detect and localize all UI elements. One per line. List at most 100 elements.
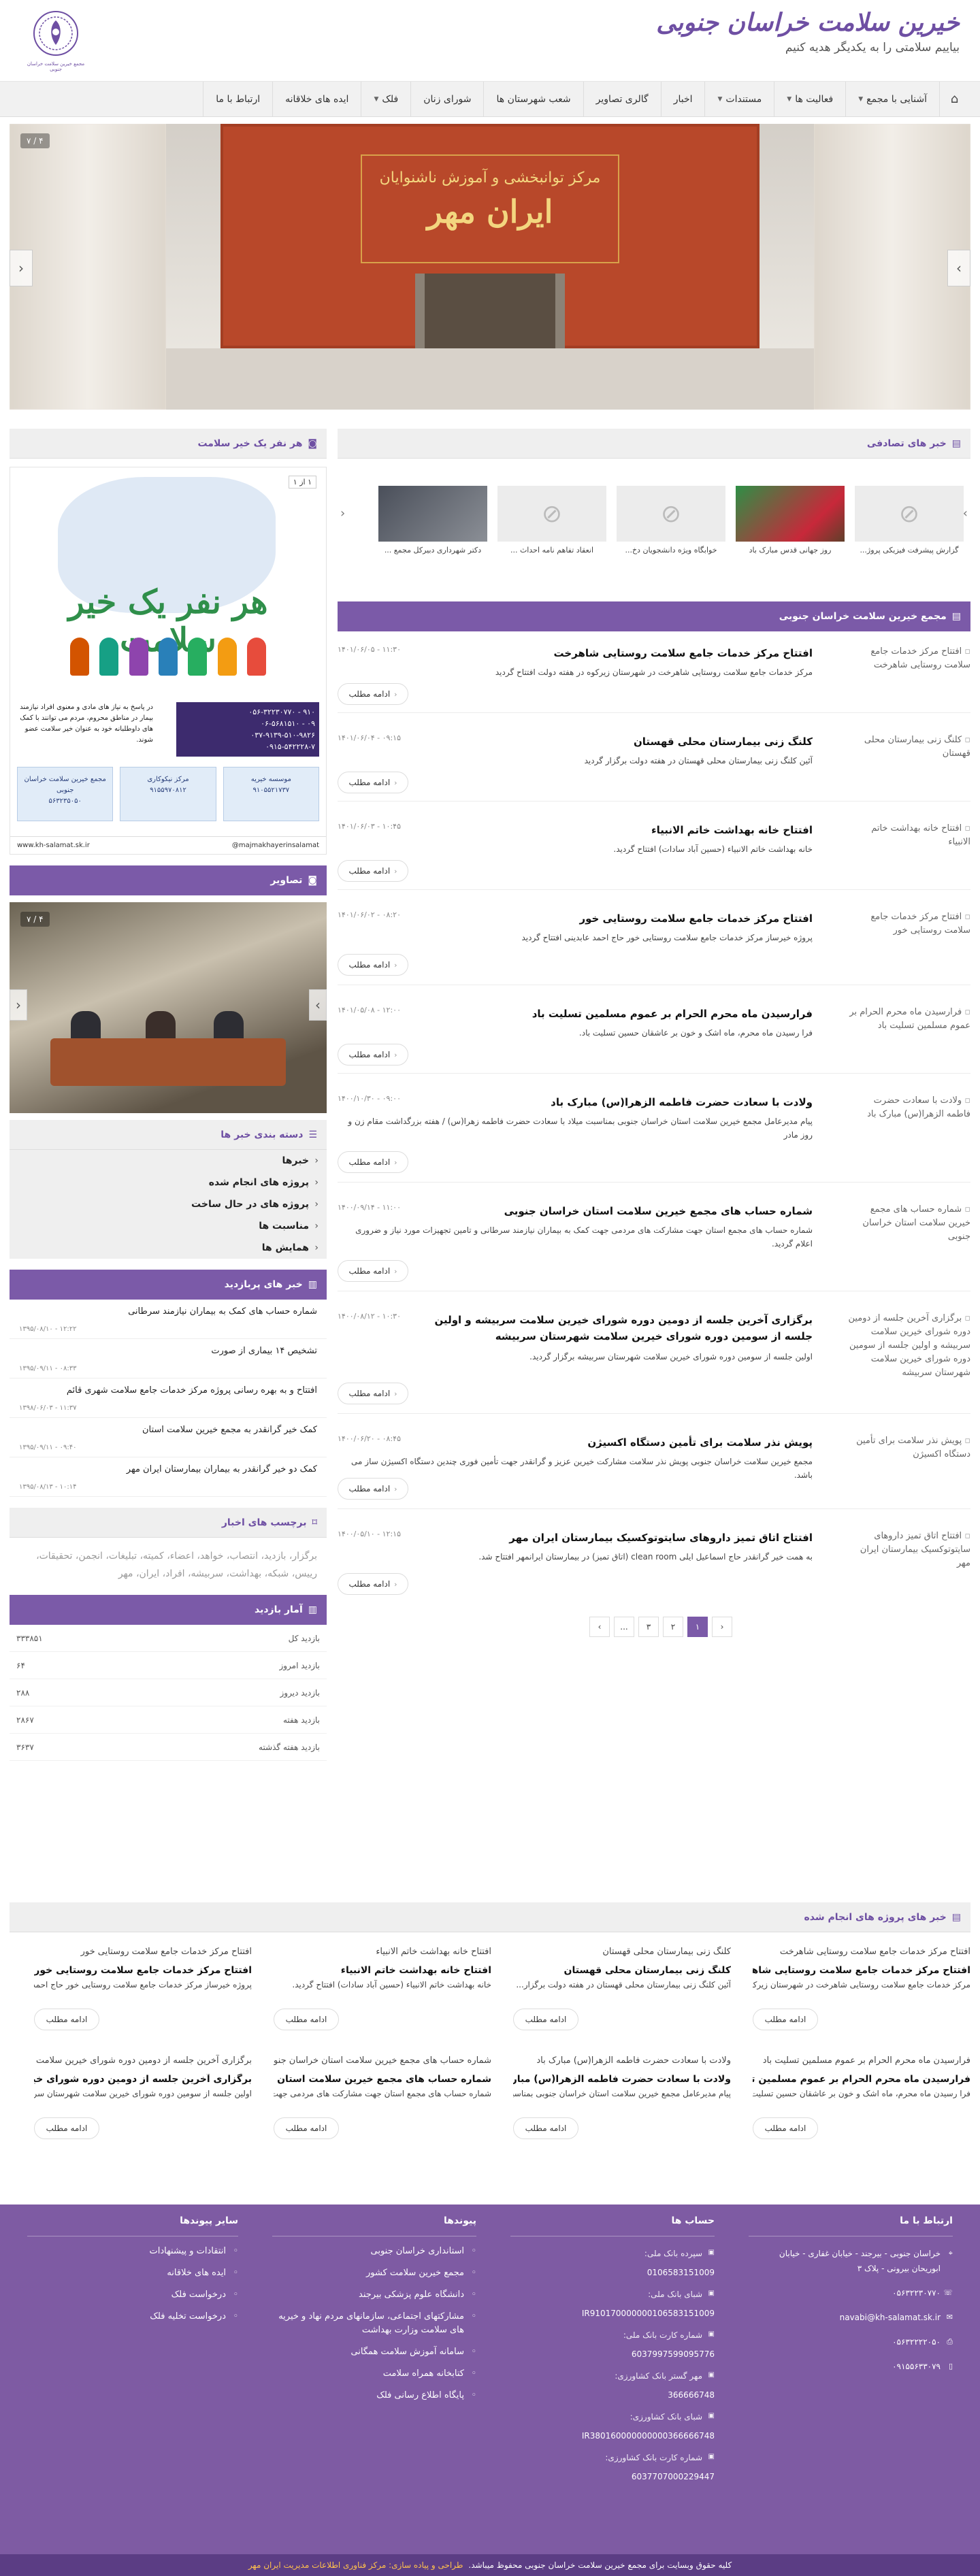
category-item[interactable]: خبرها — [10, 1150, 327, 1172]
emblem-logo[interactable]: مجمع خیرین سلامت خراسان جنوبی — [24, 10, 87, 72]
done-project-item[interactable]: برگزاری آخرین جلسه از دومین دوره شورای خ… — [34, 2055, 252, 2157]
footer-link[interactable]: مشارکتهای اجتماعی، سازمانهای مردم نهاد و… — [272, 2310, 476, 2337]
footer-mobile[interactable]: ▯ ۰۹۱۵۵۶۳۳۰۷۹ — [749, 2359, 953, 2374]
footer-link[interactable]: سامانه آموزش سلامت همگانی — [272, 2345, 476, 2359]
done-title[interactable]: برگزاری آخرین جلسه از دومین دوره شورای خ… — [34, 2074, 252, 2085]
nav-contact[interactable]: ارتباط با ما — [203, 82, 272, 116]
done-project-item[interactable]: شماره حساب های مجمع خیرین سلامت استان خر… — [274, 2055, 491, 2157]
footer-link[interactable]: درخواست تخلیه فلک — [27, 2310, 238, 2324]
news-title[interactable]: ولادت با سعادت حضرت فاطمه الزهرا(س) مبار… — [338, 1094, 813, 1110]
read-more-button[interactable]: ادامه مطلب — [513, 2009, 578, 2030]
site-title[interactable]: خیرین سلامت خراسان جنوبی — [656, 8, 960, 37]
nav-women-council[interactable]: شورای زنان — [410, 82, 483, 116]
popular-title[interactable]: کمک دو خیر گرانقدر به بیماران بیمارستان … — [127, 1464, 317, 1474]
footer-phone[interactable]: ☏ ۰۵۶۳۲۲۳۰۷۷۰ — [749, 2285, 953, 2300]
popular-item[interactable]: افتتاح و به بهره رسانی پروژه مرکز خدمات … — [10, 1378, 327, 1418]
done-title[interactable]: کلنگ زنی بیمارستان محلی قهستان — [513, 1965, 731, 1976]
random-news-item[interactable]: روز جهانی قدس مبارک باد — [736, 486, 845, 567]
random-news-item[interactable]: ⊘ انعقاد تفاهم نامه احداث ... — [497, 486, 606, 567]
read-more-button[interactable]: ‹ ادامه مطلب — [338, 1260, 408, 1282]
nav-activities[interactable]: فعالیت ها ▼ — [774, 82, 845, 116]
read-more-button[interactable]: ادامه مطلب — [34, 2117, 99, 2139]
nav-gallery[interactable]: گالری تصاویر — [583, 82, 661, 116]
news-title[interactable]: افتتاح مرکز خدمات جامع سلامت روستایی خور — [338, 910, 813, 927]
news-title[interactable]: افتتاح خانه بهداشت خاتم الانبیاء — [338, 822, 813, 838]
footer-link[interactable]: درخواست فلک — [27, 2288, 238, 2302]
news-title[interactable]: فرارسیدن ماه محرم الحرام بر عموم مسلمین … — [338, 1006, 813, 1022]
category-item[interactable]: پروژه های در حال ساخت — [10, 1193, 327, 1215]
news-thumb[interactable]: ▫افتتاح خانه بهداشت خاتم الانبیاء — [848, 822, 970, 849]
read-more-button[interactable]: ادامه مطلب — [274, 2117, 339, 2139]
random-news-item[interactable]: ⊘ گزارش پیشرفت فیزیکی پروژ... — [855, 486, 964, 567]
read-more-button[interactable]: ‹ ادامه مطلب — [338, 1151, 408, 1173]
news-title[interactable]: افتتاح مرکز خدمات جامع سلامت روستایی شاه… — [338, 645, 813, 661]
done-title[interactable]: افتتاح مرکز خدمات جامع سلامت روستایی خور — [34, 1965, 252, 1976]
news-thumb[interactable]: ▫شماره حساب های مجمع خیرین سلامت استان خ… — [848, 1203, 970, 1244]
pagination-page[interactable]: ۳ — [638, 1617, 659, 1637]
news-title[interactable]: کلنگ زنی بیمارستان محلی قهستان — [338, 733, 813, 750]
gallery-next-button[interactable]: ‹ — [10, 989, 27, 1021]
read-more-button[interactable]: ‹ ادامه مطلب — [338, 1044, 408, 1066]
credit-text[interactable]: طراحی و پیاده سازی: مرکز فناوری اطلاعات … — [248, 2560, 463, 2570]
read-more-button[interactable]: ادامه مطلب — [753, 2117, 818, 2139]
news-thumb[interactable]: ▫برگزاری آخرین جلسه از دومین دوره شورای … — [848, 1312, 970, 1380]
pagination-page[interactable]: ۲ — [663, 1617, 683, 1637]
nav-about[interactable]: آشنایی با مجمع ▼ — [845, 82, 939, 116]
gallery-slider[interactable]: › ‹ ۴ / ۷ — [10, 902, 327, 1113]
carousel-next-icon[interactable]: ‹ — [340, 506, 345, 521]
random-news-item[interactable]: ⊘ خوابگاه ویژه دانشجویان دخ... — [617, 486, 725, 567]
news-thumb[interactable]: ▫افتتاح اتاق تمیز داروهای سایتوتوکسیک بی… — [848, 1530, 970, 1570]
poster-banner[interactable]: ۱ از ۱ هر نفر یک خیر سلامت در پاسخ به نی… — [10, 467, 327, 855]
read-more-button[interactable]: ‹ ادامه مطلب — [338, 683, 408, 705]
popular-title[interactable]: کمک خیر گرانقدر به مجمع خیرین سلامت استا… — [142, 1425, 317, 1435]
read-more-button[interactable]: ‹ ادامه مطلب — [338, 860, 408, 882]
read-more-button[interactable]: ادامه مطلب — [274, 2009, 339, 2030]
nav-documents[interactable]: مستندات ▼ — [704, 82, 774, 116]
category-item[interactable]: مناسبت ها — [10, 1215, 327, 1237]
news-thumb[interactable]: ▫پویش نذر سلامت برای تأمین دستگاه اکسیژن — [848, 1434, 970, 1462]
read-more-button[interactable]: ادامه مطلب — [34, 2009, 99, 2030]
pagination-prev[interactable]: ‹ — [712, 1617, 732, 1637]
news-title[interactable]: پویش نذر سلامت برای تأمین دستگاه اکسیژن — [338, 1434, 813, 1451]
footer-link[interactable]: پایگاه اطلاع رسانی فلک — [272, 2389, 476, 2402]
done-project-item[interactable]: افتتاح خانه بهداشت خاتم الانبیاء افتتاح خ… — [274, 1946, 491, 2048]
news-thumb[interactable]: ▫افتتاح مرکز خدمات جامع سلامت روستایی خو… — [848, 910, 970, 938]
news-thumb[interactable]: ▫فرارسیدن ماه محرم الحرام بر عموم مسلمین… — [848, 1006, 970, 1033]
category-item[interactable]: پروژه های انجام شده — [10, 1172, 327, 1193]
done-project-item[interactable]: کلنگ زنی بیمارستان محلی قهستان کلنگ زنی ب… — [513, 1946, 731, 2048]
news-thumb[interactable]: ▫کلنگ زنی بیمارستان محلی قهستان — [848, 733, 970, 761]
footer-link[interactable]: دانشگاه علوم پزشکی بیرجند — [272, 2288, 476, 2302]
slider-next-button[interactable]: ‹ — [10, 250, 33, 286]
popular-title[interactable]: تشخیص ۱۴ بیماری از صورت — [211, 1346, 317, 1356]
popular-title[interactable]: شماره حساب های کمک به بیماران نیازمند سر… — [128, 1306, 317, 1317]
category-item[interactable]: همایش ها — [10, 1237, 327, 1259]
nav-home-button[interactable]: ⌂ — [939, 82, 969, 116]
nav-creative-ideas[interactable]: ایده های خلاقانه — [272, 82, 361, 116]
footer-email[interactable]: ✉ navabi@kh-salamat.sk.ir — [749, 2310, 953, 2325]
news-title[interactable]: برگزاری آخرین جلسه از دومین دوره شورای خ… — [419, 1312, 813, 1344]
pagination-page[interactable]: ۱ — [687, 1617, 708, 1637]
popular-title[interactable]: افتتاح و به بهره رسانی پروژه مرکز خدمات … — [67, 1385, 317, 1396]
logo-block[interactable]: خیرین سلامت خراسان جنوبی بیاییم سلامتی ر… — [656, 8, 960, 54]
pagination-next[interactable]: › — [589, 1617, 610, 1637]
nav-falak[interactable]: فلک ▼ — [361, 82, 410, 116]
read-more-button[interactable]: ‹ ادامه مطلب — [338, 1478, 408, 1500]
footer-link[interactable]: مجمع خیرین سلامت کشور — [272, 2266, 476, 2280]
done-project-item[interactable]: ولادت با سعادت حضرت فاطمه الزهرا(س) مبار… — [513, 2055, 731, 2157]
done-project-item[interactable]: افتتاح مرکز خدمات جامع سلامت روستایی خور… — [34, 1946, 252, 2048]
read-more-button[interactable]: ادامه مطلب — [513, 2117, 578, 2139]
done-title[interactable]: شماره حساب های مجمع خیرین سلامت استان خر… — [274, 2074, 491, 2085]
gallery-prev-button[interactable]: › — [309, 989, 327, 1021]
hero-slider[interactable]: مرکز توانبخشی و آموزش ناشنوایان ایران مه… — [10, 124, 970, 410]
read-more-button[interactable]: ‹ ادامه مطلب — [338, 1573, 408, 1595]
nav-branches[interactable]: شعب شهرستان ها — [483, 82, 583, 116]
news-title[interactable]: افتتاح اتاق تمیز داروهای سایتوتوکسیک بیم… — [338, 1530, 813, 1546]
footer-link[interactable]: استانداری خراسان جنوبی — [272, 2245, 476, 2258]
nav-news[interactable]: اخبار — [660, 82, 705, 116]
read-more-button[interactable]: ادامه مطلب — [753, 2009, 818, 2030]
news-thumb[interactable]: ▫افتتاح مرکز خدمات جامع سلامت روستایی شا… — [848, 645, 970, 672]
done-title[interactable]: افتتاح خانه بهداشت خاتم الانبیاء — [274, 1965, 491, 1976]
footer-link[interactable]: کتابخانه همراه سلامت — [272, 2367, 476, 2381]
read-more-button[interactable]: ‹ ادامه مطلب — [338, 772, 408, 793]
popular-item[interactable]: کمک دو خیر گرانقدر به بیماران بیمارستان … — [10, 1457, 327, 1497]
